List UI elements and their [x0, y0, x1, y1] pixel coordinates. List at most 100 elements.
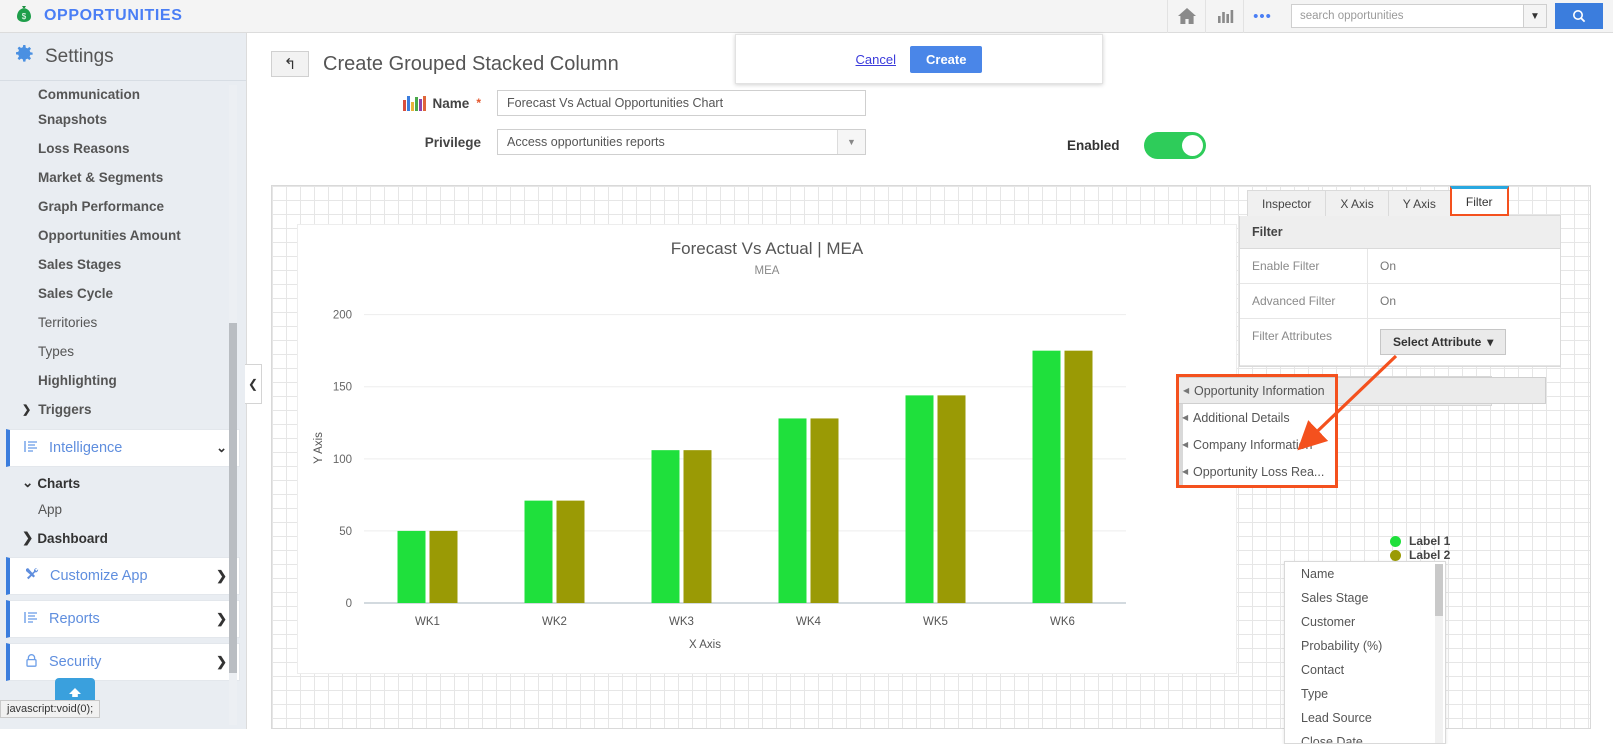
name-label: Name: [432, 95, 470, 111]
legend-swatch: [1390, 535, 1401, 547]
name-label-group: Name *: [247, 95, 497, 111]
enabled-toggle[interactable]: [1143, 132, 1206, 159]
brand[interactable]: $ OPPORTUNITIES: [0, 4, 182, 28]
list-icon: [24, 439, 39, 458]
sidebar-nav: Communication Snapshots Loss Reasons Mar…: [0, 89, 246, 729]
privilege-value: Access opportunities reports: [507, 135, 665, 149]
field-menu-item[interactable]: Sales Stage: [1285, 586, 1445, 610]
status-bar-url: javascript:void(0);: [0, 700, 101, 718]
field-menu-item[interactable]: Name: [1285, 562, 1445, 586]
create-button[interactable]: Create: [910, 45, 983, 73]
svg-text:150: 150: [333, 382, 352, 394]
sidebar-item-label: Reports: [49, 611, 100, 627]
sidebar-item-snapshots[interactable]: Snapshots: [0, 105, 246, 134]
svg-text:WK3: WK3: [669, 616, 694, 628]
brand-title: OPPORTUNITIES: [44, 7, 183, 24]
sidebar-item-reports[interactable]: Reports ❯: [6, 600, 240, 638]
field-dropdown-menu[interactable]: Name Sales Stage Customer Probability (%…: [1284, 561, 1446, 744]
field-menu-item[interactable]: Customer: [1285, 610, 1445, 634]
sidebar-item-app[interactable]: App: [0, 497, 246, 522]
svg-text:WK5: WK5: [923, 616, 948, 628]
tab-x-axis[interactable]: X Axis: [1325, 190, 1389, 216]
settings-label: Settings: [45, 45, 114, 67]
tab-filter[interactable]: Filter: [1449, 186, 1509, 216]
enabled-group: Enabled: [1067, 132, 1206, 159]
chevron-right-icon: ❯: [22, 404, 32, 416]
sidebar-item-opportunities-amount[interactable]: Opportunities Amount: [0, 221, 246, 250]
filter-panel-title: Filter: [1240, 216, 1560, 249]
legend-label: Label 1: [1409, 534, 1451, 548]
name-input[interactable]: Forecast Vs Actual Opportunities Chart: [497, 90, 866, 116]
table-row: Advanced Filter On: [1240, 284, 1560, 319]
privilege-row: Privilege Access opportunities reports ▼: [247, 129, 1613, 155]
sidebar-item-label: Security: [49, 654, 102, 670]
chevron-down-icon: ⌄: [22, 475, 34, 490]
tab-y-axis[interactable]: Y Axis: [1387, 190, 1451, 216]
enabled-label: Enabled: [1067, 138, 1120, 153]
bar-chart-icon: [402, 95, 426, 111]
money-bag-icon: $: [14, 4, 34, 28]
field-menu-item[interactable]: Lead Source: [1285, 706, 1445, 730]
chart-plot: 0 50 100 150 200 Y Axis WK1 WK2 WK3 WK4 WK5 WK6 X Ax…: [313, 310, 1126, 651]
svg-text:WK2: WK2: [542, 616, 567, 628]
back-button[interactable]: ↰: [271, 51, 309, 77]
property-value[interactable]: On: [1368, 284, 1560, 318]
field-menu-item[interactable]: Contact: [1285, 658, 1445, 682]
sidebar-item-charts[interactable]: ⌄ Charts: [0, 467, 246, 497]
svg-text:WK6: WK6: [1050, 616, 1075, 628]
property-key: Advanced Filter: [1240, 284, 1368, 318]
sidebar-item-territories[interactable]: Territories: [0, 308, 246, 337]
field-menu-item[interactable]: Close Date: [1285, 730, 1445, 743]
more-options-icon[interactable]: •••: [1243, 0, 1281, 33]
chart-preview: Forecast Vs Actual | MEA MEA 0 50 100 150 20…: [297, 224, 1237, 674]
legend-item: Label 1: [1390, 534, 1450, 548]
tab-inspector[interactable]: Inspector: [1247, 190, 1327, 216]
chevron-down-icon: ⌄: [216, 440, 227, 455]
sidebar-item-security[interactable]: Security ❯: [6, 643, 240, 681]
search-input[interactable]: search opportunities: [1291, 4, 1523, 28]
sidebar-collapse-button[interactable]: ❮: [245, 364, 262, 404]
property-value[interactable]: On: [1368, 249, 1560, 283]
sidebar-item-sales-cycle[interactable]: Sales Cycle: [0, 279, 246, 308]
sidebar-item-communication[interactable]: Communication: [0, 89, 246, 105]
table-row: Enable Filter On: [1240, 249, 1560, 284]
gear-icon: [14, 43, 35, 70]
sidebar-item-label: Triggers: [38, 402, 92, 417]
sidebar-item-graph-performance[interactable]: Graph Performance: [0, 192, 246, 221]
sidebar-item-intelligence[interactable]: Intelligence ⌄: [6, 429, 240, 467]
home-icon[interactable]: [1167, 0, 1205, 33]
list-icon: [24, 610, 39, 629]
sidebar-item-highlighting[interactable]: Highlighting: [0, 366, 246, 395]
chevron-right-icon: ❯: [216, 568, 227, 583]
tools-icon: [24, 566, 40, 586]
top-bar-actions: ••• search opportunities ▼: [1167, 0, 1613, 33]
chevron-right-icon: ❯: [22, 530, 34, 545]
privilege-label: Privilege: [424, 134, 481, 150]
search-button[interactable]: [1555, 3, 1603, 29]
sidebar-item-sales-stages[interactable]: Sales Stages: [0, 250, 246, 279]
sidebar-item-triggers[interactable]: ❯ Triggers: [0, 395, 246, 424]
svg-text:100: 100: [333, 454, 352, 466]
svg-text:WK4: WK4: [796, 616, 822, 628]
field-menu-scrollbar-thumb[interactable]: [1435, 564, 1443, 616]
page-title: Create Grouped Stacked Column: [323, 52, 619, 75]
chart-icon[interactable]: [1205, 0, 1243, 33]
svg-text:50: 50: [339, 526, 352, 538]
top-bar: $ OPPORTUNITIES ••• search opportunities…: [0, 0, 1613, 33]
privilege-select[interactable]: Access opportunities reports ▼: [497, 129, 866, 155]
field-menu-item[interactable]: Probability (%): [1285, 634, 1445, 658]
sidebar-item-market-segments[interactable]: Market & Segments: [0, 163, 246, 192]
chevron-down-icon[interactable]: ▼: [1523, 4, 1547, 28]
svg-text:Y Axis: Y Axis: [313, 432, 325, 464]
sidebar-item-dashboard[interactable]: ❯ Dashboard: [0, 522, 246, 552]
sidebar-item-label: Customize App: [50, 568, 148, 584]
chart-legend: Label 1 Label 2: [1390, 534, 1450, 562]
sidebar-item-label: Dashboard: [37, 530, 108, 546]
sidebar-scrollbar-thumb[interactable]: [229, 323, 237, 673]
sidebar-item-label: Charts: [37, 475, 81, 491]
sidebar-item-loss-reasons[interactable]: Loss Reasons: [0, 134, 246, 163]
sidebar-item-types[interactable]: Types: [0, 337, 246, 366]
sidebar-item-customize-app[interactable]: Customize App ❯: [6, 557, 240, 595]
field-menu-item[interactable]: Type: [1285, 682, 1445, 706]
cancel-button[interactable]: Cancel: [856, 52, 896, 67]
